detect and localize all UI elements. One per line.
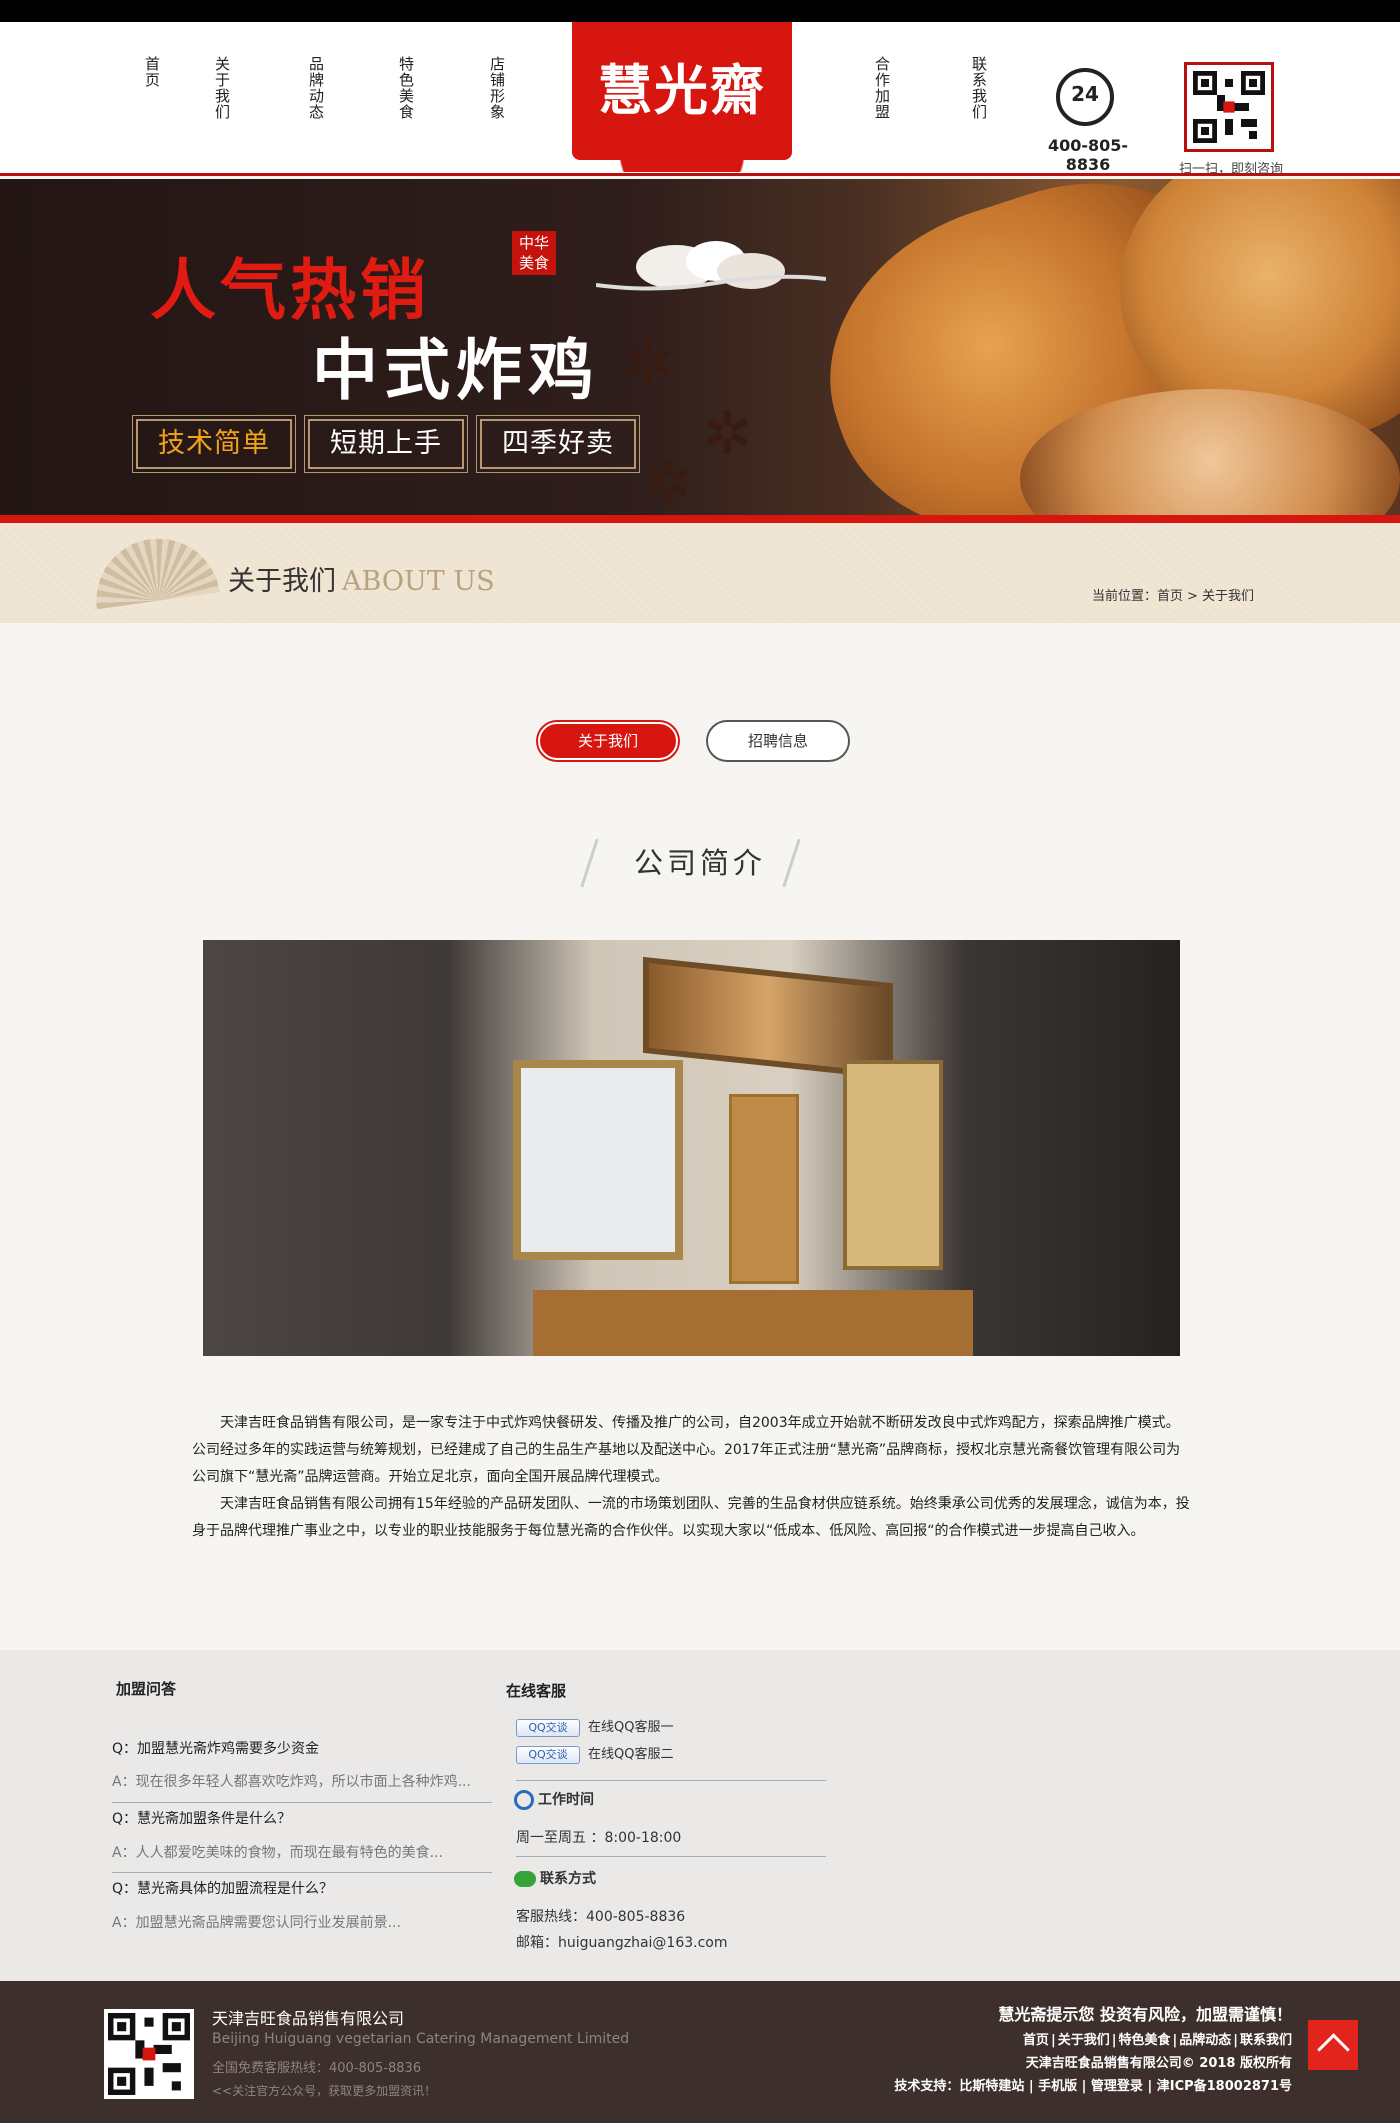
back-to-top-button[interactable]: [1308, 2020, 1358, 2070]
faq-question[interactable]: Q：慧光斋加盟条件是什么？: [112, 1808, 291, 1828]
footer-link-contact[interactable]: 联系我们: [1240, 2033, 1292, 2048]
about-header-bar: 关于我们 ABOUT US 当前位置：首页 > 关于我们: [0, 523, 1400, 623]
page-title-cn: 关于我们: [228, 566, 336, 597]
site-header: 首页 关于我们 品牌动态 特色美食 店铺形象 慧光齋 合作加盟 联系我们 24 …: [0, 22, 1400, 177]
tab-recruitment[interactable]: 招聘信息: [708, 722, 848, 760]
logo-text: 慧光齋: [598, 58, 766, 122]
star-anise-icon: ✲: [702, 399, 753, 469]
brand-logo[interactable]: 慧光齋: [572, 22, 792, 172]
tab-about-us[interactable]: 关于我们: [538, 722, 678, 760]
footer-link-about[interactable]: 关于我们: [1058, 2033, 1110, 2048]
phone-24-icon: 24: [1056, 68, 1114, 126]
contact-hotline: 客服热线：400-805-8836: [516, 1909, 686, 1925]
seal-top-text: 中华: [518, 234, 549, 252]
footer-company-en: Beijing Huiguang vegetarian Catering Man…: [212, 2031, 630, 2047]
footer-company-name: 天津吉旺食品销售有限公司: [212, 2009, 405, 2028]
footer-copyright: 天津吉旺食品销售有限公司© 2018 版权所有: [1025, 2056, 1292, 2071]
banner-tag: 短期上手: [304, 415, 468, 473]
chat-icon: [514, 1871, 536, 1887]
nav-store-image[interactable]: 店铺形象: [483, 56, 506, 120]
breadcrumb-home[interactable]: 首页: [1157, 589, 1183, 604]
intro-paragraph: 天津吉旺食品销售有限公司，是一家专注于中式炸鸡快餐研发、传播及推广的公司，自20…: [192, 1415, 1181, 1485]
header-phone-number: 400-805-8836: [1047, 136, 1129, 174]
faq-question[interactable]: Q：加盟慧光斋炸鸡需要多少资金: [112, 1738, 319, 1758]
store-door: [729, 1094, 799, 1284]
top-bar: [0, 0, 1400, 22]
banner-title-white: 中式炸鸡: [312, 331, 600, 409]
star-anise-icon: ✲: [642, 449, 693, 515]
faq-answer: A：加盟慧光斋品牌需要您认同行业发展前景...: [112, 1915, 401, 1931]
store-photo: [203, 940, 1180, 1356]
contact-heading: 联系方式: [514, 1868, 596, 1888]
nav-contact[interactable]: 联系我们: [965, 56, 988, 120]
company-intro: 天津吉旺食品销售有限公司，是一家专注于中式炸鸡快餐研发、传播及推广的公司，自20…: [192, 1410, 1192, 1545]
work-time-heading: 工作时间: [514, 1789, 594, 1810]
site-footer: 天津吉旺食品销售有限公司 Beijing Huiguang vegetarian…: [0, 1981, 1400, 2123]
faq-question[interactable]: Q：慧光斋具体的加盟流程是什么？: [112, 1878, 333, 1898]
header-qr-code: [1184, 62, 1274, 152]
faq-answer: A：现在很多年轻人都喜欢吃炸鸡，所以市面上各种炸鸡...: [112, 1774, 471, 1790]
banner-divider: [0, 515, 1400, 523]
qr-caption: 扫一扫，即刻咨询: [1178, 162, 1283, 177]
divider: [516, 1856, 826, 1857]
contact-title: 联系方式: [540, 1871, 596, 1887]
store-window: [513, 1060, 683, 1260]
footer-support[interactable]: 技术支持：比斯特建站 | 手机版 | 管理登录 | 津ICP备18002871号: [894, 2075, 1292, 2094]
page-title: 关于我们 ABOUT US: [228, 559, 495, 598]
banner-tag: 四季好卖: [476, 415, 640, 473]
qq-service-label: 在线QQ客服二: [588, 1747, 674, 1762]
qq-chat-icon: QQ交谈: [516, 1718, 580, 1737]
page-title-en: ABOUT US: [342, 566, 495, 597]
hero-banner: ✲ ✲ ✲ 人气热销 中式炸鸡 中华 美食 技术简单 短期上手 四季好卖: [0, 179, 1400, 515]
nav-brand-news[interactable]: 品牌动态: [302, 56, 325, 120]
cloud-icon: [596, 241, 826, 291]
phone-badge: 24: [1071, 82, 1099, 106]
contact-email: 邮箱：huiguangzhai@163.com: [516, 1935, 728, 1951]
wall-art: [843, 1060, 943, 1270]
footer-link-home[interactable]: 首页: [1023, 2033, 1049, 2048]
clock-icon: [514, 1790, 534, 1810]
qq-service-label: 在线QQ客服一: [588, 1720, 674, 1735]
banner-tag: 技术简单: [132, 415, 296, 473]
info-section: 加盟问答 Q：加盟慧光斋炸鸡需要多少资金 A：现在很多年轻人都喜欢吃炸鸡，所以市…: [0, 1650, 1400, 1981]
breadcrumb: 当前位置：首页 > 关于我们: [1092, 585, 1254, 604]
footer-links: 首页 | 关于我们 | 特色美食 | 品牌动态 | 联系我们: [1022, 2033, 1292, 2048]
section-title: 公司简介: [633, 846, 766, 880]
qq-chat-icon: QQ交谈: [516, 1745, 580, 1764]
service-title: 在线客服: [506, 1682, 567, 1700]
store-counter: [533, 1290, 973, 1356]
nav-about[interactable]: 关于我们: [208, 56, 231, 120]
intro-paragraph: 天津吉旺食品销售有限公司拥有15年经验的产品研发团队、一流的市场策划团队、完善的…: [192, 1496, 1190, 1539]
faq-answer: A：人人都爱吃美味的食物，而现在最有特色的美食...: [112, 1845, 443, 1861]
breadcrumb-label: 当前位置：: [1092, 589, 1158, 604]
footer-link-news[interactable]: 品牌动态: [1179, 2033, 1231, 2048]
footer-hotline: 全国免费客服热线：400-805-8836: [212, 2061, 422, 2076]
nav-franchise[interactable]: 合作加盟: [868, 56, 891, 120]
seal-stamp: 中华 美食: [512, 231, 556, 275]
work-time-title: 工作时间: [538, 1792, 594, 1808]
footer-link-food[interactable]: 特色美食: [1118, 2033, 1170, 2048]
footer-qr-code: [104, 2009, 194, 2099]
star-anise-icon: ✲: [624, 329, 675, 399]
divider: [112, 1802, 492, 1803]
footer-follow-note: <<关注官方公众号，获取更多加盟资讯！: [212, 2084, 437, 2098]
breadcrumb-separator: >: [1187, 589, 1198, 604]
divider: [112, 1872, 492, 1873]
faq-title: 加盟问答: [116, 1680, 177, 1698]
footer-warning: 慧光斋提示您 投资有风险，加盟需谨慎！: [998, 2005, 1292, 2024]
seal-bottom-text: 美食: [518, 254, 549, 272]
divider: [516, 1780, 826, 1781]
breadcrumb-current[interactable]: 关于我们: [1202, 589, 1254, 604]
work-hours: 周一至周五 ：8:00-18:00: [516, 1830, 682, 1846]
qq-service-link[interactable]: QQ交谈 在线QQ客服二: [516, 1743, 673, 1764]
fan-icon: [88, 530, 220, 610]
nav-featured-food[interactable]: 特色美食: [392, 56, 415, 120]
nav-home[interactable]: 首页: [138, 56, 161, 88]
qq-service-link[interactable]: QQ交谈 在线QQ客服一: [516, 1716, 673, 1737]
